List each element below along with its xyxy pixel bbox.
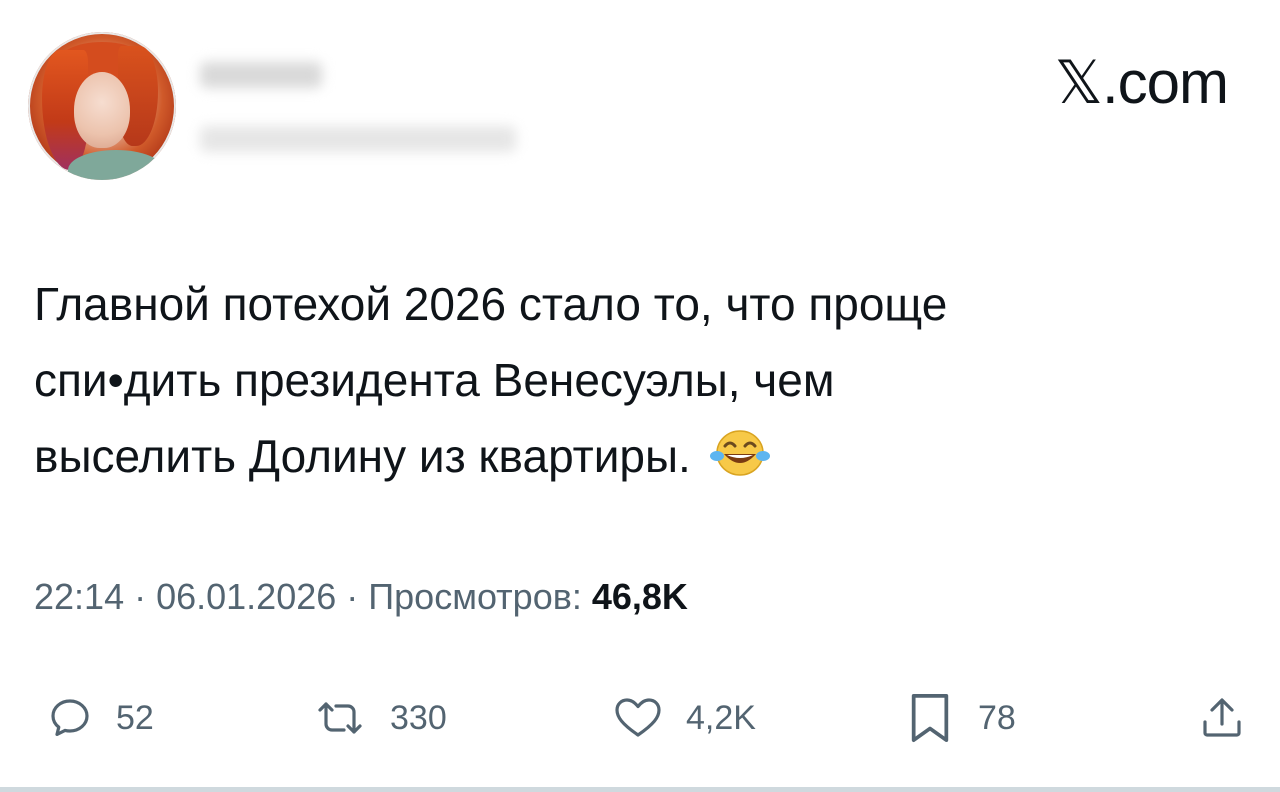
like-count: 4,2K bbox=[686, 698, 756, 737]
bookmark-icon bbox=[911, 693, 949, 743]
meta-separator-1: · bbox=[124, 576, 157, 617]
like-icon bbox=[615, 698, 661, 737]
like-button[interactable]: 4,2K bbox=[612, 688, 756, 748]
tweet-time[interactable]: 22:14 bbox=[34, 576, 124, 617]
views-label: Просмотров: bbox=[368, 576, 582, 617]
bottom-divider bbox=[0, 787, 1280, 792]
profile-avatar-icon[interactable] bbox=[28, 32, 176, 180]
tweet-text-line-3: выселить Долину из квартиры. bbox=[34, 418, 1214, 494]
tweet-actions-bar: 52 330 4,2K 78 bbox=[0, 688, 1280, 748]
retweet-button[interactable]: 330 bbox=[312, 688, 447, 748]
tweet-text: Главной потехой 2026 стало то, что проще… bbox=[34, 266, 1214, 494]
bookmark-count: 78 bbox=[978, 698, 1016, 737]
face-with-tears-of-joy-icon bbox=[709, 430, 770, 476]
retweet-icon bbox=[318, 702, 362, 734]
meta-separator-2: · bbox=[336, 576, 369, 617]
avatar-face bbox=[74, 72, 130, 148]
blurred-display-name[interactable] bbox=[200, 62, 322, 88]
tweet-text-line-1: Главной потехой 2026 стало то, что проще bbox=[34, 278, 948, 330]
reply-button[interactable]: 52 bbox=[46, 688, 154, 748]
x-com-brand: 𝕏.com bbox=[1054, 49, 1229, 116]
reply-count: 52 bbox=[116, 698, 154, 737]
tweet-text-line-2: спи•дить президента Венесуэлы, чем bbox=[34, 354, 835, 406]
reply-icon bbox=[51, 699, 89, 736]
bookmark-button[interactable]: 78 bbox=[904, 688, 1016, 748]
blurred-username-handle[interactable] bbox=[200, 126, 516, 152]
avatar-shoulder bbox=[68, 150, 164, 180]
views-count: 46,8K bbox=[591, 576, 688, 617]
tweet-text-line-3-text: выселить Долину из квартиры. bbox=[34, 430, 691, 482]
retweet-count: 330 bbox=[390, 698, 447, 737]
share-icon bbox=[1203, 698, 1241, 737]
tweet-meta: 22:14 · 06.01.2026 · Просмотров: 46,8K bbox=[34, 576, 688, 618]
share-button[interactable] bbox=[1198, 688, 1246, 748]
tweet-date[interactable]: 06.01.2026 bbox=[156, 576, 336, 617]
